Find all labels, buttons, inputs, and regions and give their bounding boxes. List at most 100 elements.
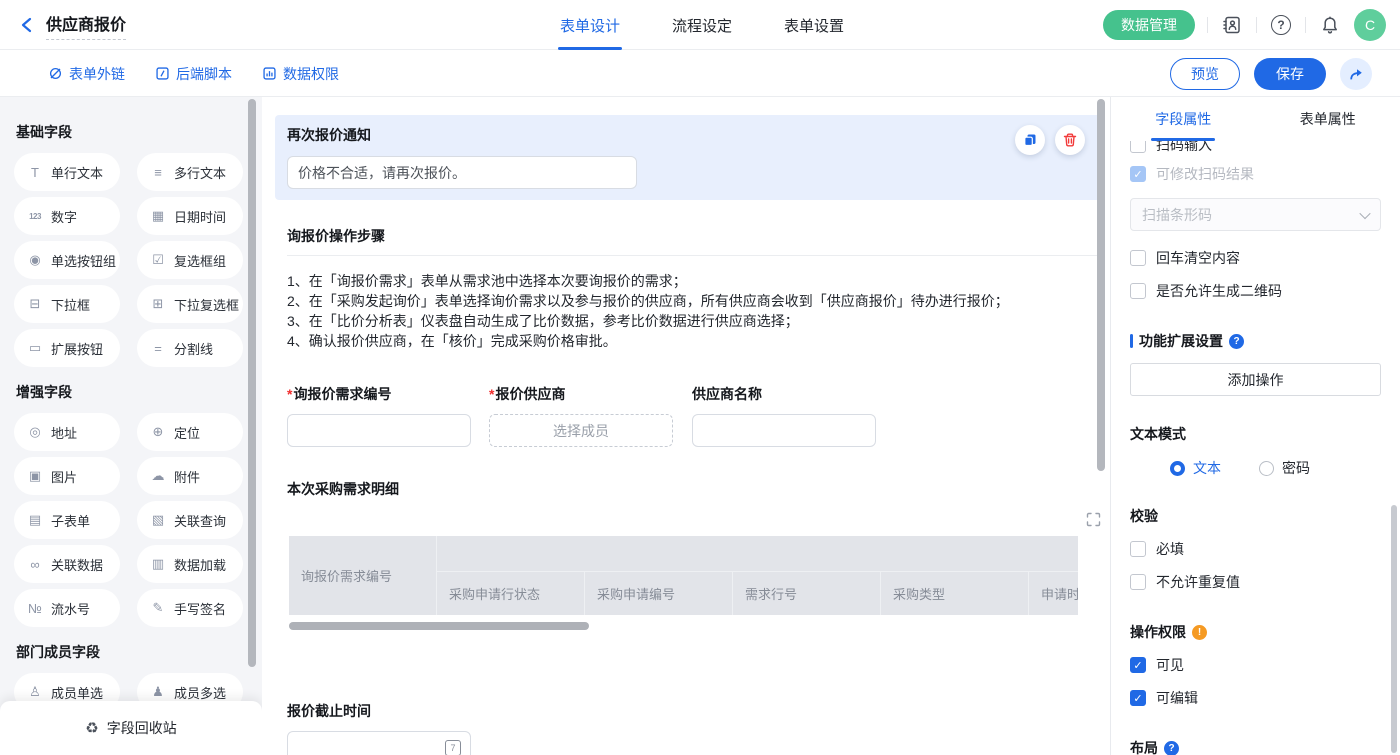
checkbox-clear-on-enter[interactable]: 回车清空内容 [1130, 248, 1381, 268]
data-load-icon: ▥ [150, 556, 166, 572]
tab-form-setting[interactable]: 表单设置 [784, 0, 844, 50]
sidebar-item-multi-dropdown[interactable]: ⊞下拉复选框 [137, 285, 243, 323]
add-operation-button[interactable]: 添加操作 [1130, 363, 1381, 396]
help-badge-icon[interactable]: ? [1164, 741, 1179, 755]
panel-scrollbar[interactable] [1391, 505, 1397, 753]
sidebar-scrollbar[interactable] [248, 99, 256, 667]
back-button[interactable] [18, 16, 36, 34]
divider [1256, 17, 1257, 33]
sidebar-item-dropdown[interactable]: ⊟下拉框 [14, 285, 120, 323]
sidebar-item-number[interactable]: 123数字 [14, 197, 120, 235]
user-avatar[interactable]: C [1354, 9, 1386, 41]
sidebar-item-subform[interactable]: ▤子表单 [14, 501, 120, 539]
inquiry-demand-no-input[interactable] [287, 414, 471, 447]
sidebar-item-label: 附件 [174, 467, 200, 486]
form-external-link-button[interactable]: 表单外链 [48, 64, 125, 84]
delete-field-button[interactable] [1055, 125, 1085, 155]
sidebar-item-multi-line-text[interactable]: ≡多行文本 [137, 153, 243, 191]
radio-text-mode-text[interactable]: 文本 [1170, 458, 1221, 478]
section-title: 布局 [1130, 738, 1158, 755]
tab-form-properties[interactable]: 表单属性 [1256, 97, 1400, 141]
data-permission-label: 数据权限 [283, 64, 339, 84]
contact-book-icon[interactable] [1220, 13, 1244, 37]
field-supplier-name[interactable]: 供应商名称 [692, 384, 876, 447]
checkbox-scan-input[interactable]: 扫码输入 [1130, 141, 1381, 154]
sidebar-item-serial-number[interactable]: №流水号 [14, 589, 120, 627]
radio-text-mode-password[interactable]: 密码 [1259, 458, 1310, 478]
sidebar-item-radio-group[interactable]: ◉单选按钮组 [14, 241, 120, 279]
sidebar-item-data-load[interactable]: ▥数据加载 [137, 545, 243, 583]
help-badge-icon[interactable]: ? [1229, 334, 1244, 349]
help-icon[interactable]: ? [1269, 13, 1293, 37]
checkbox-required[interactable]: 必填 [1130, 539, 1381, 559]
table-horizontal-scrollbar[interactable] [289, 622, 589, 630]
sidebar-item-label: 数字 [51, 207, 77, 226]
sidebar-item-single-line-text[interactable]: T单行文本 [14, 153, 120, 191]
detail-table[interactable]: 询报价需求编号 采购申请行状态 采购申请编号 需求行号 采购类型 申请时间 [289, 536, 1078, 615]
warning-badge-icon[interactable]: ! [1192, 625, 1207, 640]
checkbox-visible[interactable]: ✓ 可见 [1130, 655, 1381, 675]
member-picker[interactable]: 选择成员 [489, 414, 673, 447]
checkbox-box-icon [1130, 250, 1146, 266]
sidebar-item-divider-line[interactable]: =分割线 [137, 329, 243, 367]
sidebar-item-location[interactable]: ⊕定位 [137, 413, 243, 451]
chevron-down-icon [1359, 207, 1370, 218]
location-icon: ⊕ [150, 424, 166, 440]
divider-line-icon: = [150, 341, 166, 356]
field-quote-supplier[interactable]: *报价供应商 选择成员 [489, 384, 673, 447]
expand-table-icon[interactable] [1086, 512, 1101, 527]
checkbox-box-icon [1130, 283, 1146, 299]
section-title-member-fields: 部门成员字段 [16, 642, 250, 662]
canvas-scrollbar[interactable] [1097, 99, 1105, 471]
supplier-name-input[interactable] [692, 414, 876, 447]
tab-form-design[interactable]: 表单设计 [560, 0, 620, 50]
deadline-date-input[interactable]: 7 [287, 731, 471, 755]
sidebar-item-checkbox-group[interactable]: ☑复选框组 [137, 241, 243, 279]
share-button[interactable] [1340, 58, 1372, 90]
field-inquiry-demand-no[interactable]: *询报价需求编号 [287, 384, 471, 447]
sidebar-item-relation-data[interactable]: ∞关联数据 [14, 545, 120, 583]
table-header-group-row [437, 536, 1078, 572]
table-header-cell: 采购申请行状态 [437, 572, 585, 615]
tab-field-properties[interactable]: 字段属性 [1111, 97, 1256, 141]
radio-icon: ◉ [27, 252, 43, 268]
sidebar-item-extend-button[interactable]: ▭扩展按钮 [14, 329, 120, 367]
field-recycle-bin[interactable]: ♻ 字段回收站 [0, 701, 262, 755]
sidebar-item-attachment[interactable]: ☁附件 [137, 457, 243, 495]
subform-icon: ▤ [27, 512, 43, 528]
field-quote-deadline[interactable]: 报价截止时间 7 [287, 701, 1103, 755]
scan-mode-select: 扫描条形码 [1130, 198, 1381, 231]
step-line: 1、在「询报价需求」表单从需求池中选择本次要询报价的需求； [287, 271, 1103, 291]
divider [1207, 17, 1208, 33]
steps-text[interactable]: 1、在「询报价需求」表单从需求池中选择本次要询报价的需求； 2、在「采购发起询价… [287, 271, 1103, 351]
notice-input[interactable] [287, 156, 637, 189]
backend-script-button[interactable]: 后端脚本 [155, 64, 232, 84]
form-external-link-label: 表单外链 [69, 64, 125, 84]
preview-button[interactable]: 预览 [1170, 58, 1240, 90]
data-manage-button[interactable]: 数据管理 [1103, 10, 1195, 40]
checkbox-allow-qrcode[interactable]: 是否允许生成二维码 [1130, 281, 1381, 301]
notification-bell-icon[interactable] [1318, 13, 1342, 37]
steps-section-title[interactable]: 询报价操作步骤 [287, 226, 1103, 246]
sidebar-item-image[interactable]: ▣图片 [14, 457, 120, 495]
sidebar-item-label: 日期时间 [174, 207, 226, 226]
save-button[interactable]: 保存 [1254, 58, 1326, 90]
field-notice-selected[interactable]: 再次报价通知 [275, 115, 1103, 200]
step-line: 4、确认报价供应商，在「核价」完成采购价格审批。 [287, 331, 1103, 351]
required-mark: * [287, 386, 292, 402]
copy-field-button[interactable] [1015, 125, 1045, 155]
field-label: 报价截止时间 [287, 701, 1103, 721]
checkbox-label: 必填 [1156, 539, 1184, 559]
table-header-cell: 采购申请编号 [585, 572, 733, 615]
detail-section-title[interactable]: 本次采购需求明细 [287, 479, 1103, 499]
tab-flow-setting[interactable]: 流程设定 [672, 0, 732, 50]
data-permission-button[interactable]: 数据权限 [262, 64, 339, 84]
checkbox-editable[interactable]: ✓ 可编辑 [1130, 688, 1381, 708]
checkbox-label: 是否允许生成二维码 [1156, 281, 1282, 301]
sidebar-item-datetime[interactable]: ▦日期时间 [137, 197, 243, 235]
properties-panel: 字段属性 表单属性 扫码输入 ✓ 可修改扫码结果 扫描条形码 回车清空内容 是否… [1110, 97, 1400, 755]
sidebar-item-signature[interactable]: ✎手写签名 [137, 589, 243, 627]
sidebar-item-relation-query[interactable]: ▧关联查询 [137, 501, 243, 539]
checkbox-no-duplicate[interactable]: 不允许重复值 [1130, 572, 1381, 592]
sidebar-item-address[interactable]: ◎地址 [14, 413, 120, 451]
